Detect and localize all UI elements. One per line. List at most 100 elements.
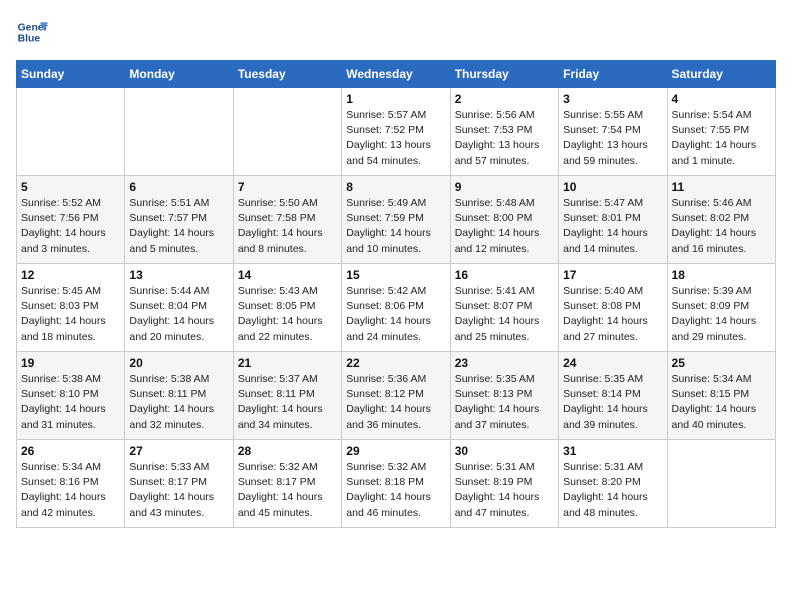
logo-icon: General Blue	[16, 16, 48, 48]
day-cell: 15 Sunrise: 5:42 AMSunset: 8:06 PMDayligh…	[342, 264, 450, 352]
day-number: 9	[455, 180, 554, 194]
day-cell: 30 Sunrise: 5:31 AMSunset: 8:19 PMDayligh…	[450, 440, 558, 528]
day-number: 13	[129, 268, 228, 282]
day-number: 21	[238, 356, 337, 370]
day-number: 22	[346, 356, 445, 370]
calendar-table: SundayMondayTuesdayWednesdayThursdayFrid…	[16, 60, 776, 528]
day-cell: 24 Sunrise: 5:35 AMSunset: 8:14 PMDayligh…	[559, 352, 667, 440]
day-cell: 12 Sunrise: 5:45 AMSunset: 8:03 PMDayligh…	[17, 264, 125, 352]
day-info: Sunrise: 5:38 AMSunset: 8:11 PMDaylight:…	[129, 372, 228, 433]
day-cell: 28Sunrise: 5:32 AMSunset: 8:17 PMDayligh…	[233, 440, 341, 528]
day-info: Sunrise: 5:54 AMSunset: 7:55 PMDaylight:…	[672, 108, 771, 169]
day-cell: 19 Sunrise: 5:38 AMSunset: 8:10 PMDayligh…	[17, 352, 125, 440]
svg-text:Blue: Blue	[18, 34, 41, 45]
weekday-header-row: SundayMondayTuesdayWednesdayThursdayFrid…	[17, 61, 776, 88]
day-info: Sunrise: 5:34 AMSunset: 8:16 PMDaylight:…	[21, 460, 120, 521]
day-number: 15	[346, 268, 445, 282]
day-number: 31	[563, 444, 662, 458]
day-number: 2	[455, 92, 554, 106]
day-number: 14	[238, 268, 337, 282]
day-number: 16	[455, 268, 554, 282]
day-info: Sunrise: 5:32 AMSunset: 8:17 PMDaylight:…	[238, 460, 337, 521]
day-number: 18	[672, 268, 771, 282]
day-info: Sunrise: 5:36 AMSunset: 8:12 PMDaylight:…	[346, 372, 445, 433]
day-info: Sunrise: 5:49 AMSunset: 7:59 PMDaylight:…	[346, 196, 445, 257]
day-info: Sunrise: 5:55 AMSunset: 7:54 PMDaylight:…	[563, 108, 662, 169]
day-info: Sunrise: 5:31 AMSunset: 8:20 PMDaylight:…	[563, 460, 662, 521]
header: General Blue	[16, 16, 776, 48]
day-cell: 25 Sunrise: 5:34 AMSunset: 8:15 PMDayligh…	[667, 352, 775, 440]
weekday-header-friday: Friday	[559, 61, 667, 88]
weekday-header-monday: Monday	[125, 61, 233, 88]
weekday-header-wednesday: Wednesday	[342, 61, 450, 88]
day-cell: 29Sunrise: 5:32 AMSunset: 8:18 PMDayligh…	[342, 440, 450, 528]
day-cell: 27 Sunrise: 5:33 AMSunset: 8:17 PMDayligh…	[125, 440, 233, 528]
day-cell: 14 Sunrise: 5:43 AMSunset: 8:05 PMDayligh…	[233, 264, 341, 352]
day-cell	[667, 440, 775, 528]
day-info: Sunrise: 5:34 AMSunset: 8:15 PMDaylight:…	[672, 372, 771, 433]
day-cell: 7 Sunrise: 5:50 AMSunset: 7:58 PMDaylight…	[233, 176, 341, 264]
day-cell: 31 Sunrise: 5:31 AMSunset: 8:20 PMDayligh…	[559, 440, 667, 528]
day-info: Sunrise: 5:35 AMSunset: 8:14 PMDaylight:…	[563, 372, 662, 433]
day-cell: 11 Sunrise: 5:46 AMSunset: 8:02 PMDayligh…	[667, 176, 775, 264]
day-number: 10	[563, 180, 662, 194]
day-info: Sunrise: 5:51 AMSunset: 7:57 PMDaylight:…	[129, 196, 228, 257]
day-number: 29	[346, 444, 445, 458]
day-cell: 21 Sunrise: 5:37 AMSunset: 8:11 PMDayligh…	[233, 352, 341, 440]
weekday-header-thursday: Thursday	[450, 61, 558, 88]
day-number: 4	[672, 92, 771, 106]
day-cell: 5Sunrise: 5:52 AMSunset: 7:56 PMDaylight…	[17, 176, 125, 264]
day-info: Sunrise: 5:48 AMSunset: 8:00 PMDaylight:…	[455, 196, 554, 257]
day-info: Sunrise: 5:37 AMSunset: 8:11 PMDaylight:…	[238, 372, 337, 433]
day-info: Sunrise: 5:45 AMSunset: 8:03 PMDaylight:…	[21, 284, 120, 345]
day-number: 3	[563, 92, 662, 106]
day-cell: 3 Sunrise: 5:55 AMSunset: 7:54 PMDaylight…	[559, 88, 667, 176]
day-info: Sunrise: 5:50 AMSunset: 7:58 PMDaylight:…	[238, 196, 337, 257]
day-number: 11	[672, 180, 771, 194]
logo: General Blue	[16, 16, 48, 48]
day-number: 19	[21, 356, 120, 370]
day-cell: 17Sunrise: 5:40 AMSunset: 8:08 PMDayligh…	[559, 264, 667, 352]
day-number: 8	[346, 180, 445, 194]
week-row-2: 5Sunrise: 5:52 AMSunset: 7:56 PMDaylight…	[17, 176, 776, 264]
week-row-1: 1Sunrise: 5:57 AMSunset: 7:52 PMDaylight…	[17, 88, 776, 176]
day-cell: 8 Sunrise: 5:49 AMSunset: 7:59 PMDaylight…	[342, 176, 450, 264]
day-number: 25	[672, 356, 771, 370]
day-cell	[17, 88, 125, 176]
day-info: Sunrise: 5:44 AMSunset: 8:04 PMDaylight:…	[129, 284, 228, 345]
day-cell: 22 Sunrise: 5:36 AMSunset: 8:12 PMDayligh…	[342, 352, 450, 440]
day-number: 5	[21, 180, 120, 194]
day-number: 24	[563, 356, 662, 370]
day-cell: 26 Sunrise: 5:34 AMSunset: 8:16 PMDayligh…	[17, 440, 125, 528]
day-info: Sunrise: 5:39 AMSunset: 8:09 PMDaylight:…	[672, 284, 771, 345]
day-info: Sunrise: 5:43 AMSunset: 8:05 PMDaylight:…	[238, 284, 337, 345]
day-cell: 10 Sunrise: 5:47 AMSunset: 8:01 PMDayligh…	[559, 176, 667, 264]
day-number: 20	[129, 356, 228, 370]
day-number: 30	[455, 444, 554, 458]
day-info: Sunrise: 5:31 AMSunset: 8:19 PMDaylight:…	[455, 460, 554, 521]
day-cell: 16Sunrise: 5:41 AMSunset: 8:07 PMDayligh…	[450, 264, 558, 352]
day-info: Sunrise: 5:42 AMSunset: 8:06 PMDaylight:…	[346, 284, 445, 345]
day-info: Sunrise: 5:56 AMSunset: 7:53 PMDaylight:…	[455, 108, 554, 169]
day-info: Sunrise: 5:46 AMSunset: 8:02 PMDaylight:…	[672, 196, 771, 257]
day-cell: 1Sunrise: 5:57 AMSunset: 7:52 PMDaylight…	[342, 88, 450, 176]
day-info: Sunrise: 5:38 AMSunset: 8:10 PMDaylight:…	[21, 372, 120, 433]
day-number: 12	[21, 268, 120, 282]
day-cell: 6Sunrise: 5:51 AMSunset: 7:57 PMDaylight…	[125, 176, 233, 264]
day-number: 17	[563, 268, 662, 282]
weekday-header-sunday: Sunday	[17, 61, 125, 88]
day-number: 7	[238, 180, 337, 194]
day-number: 27	[129, 444, 228, 458]
day-cell: 13 Sunrise: 5:44 AMSunset: 8:04 PMDayligh…	[125, 264, 233, 352]
day-info: Sunrise: 5:47 AMSunset: 8:01 PMDaylight:…	[563, 196, 662, 257]
day-cell: 2 Sunrise: 5:56 AMSunset: 7:53 PMDaylight…	[450, 88, 558, 176]
day-info: Sunrise: 5:33 AMSunset: 8:17 PMDaylight:…	[129, 460, 228, 521]
day-cell: 9 Sunrise: 5:48 AMSunset: 8:00 PMDaylight…	[450, 176, 558, 264]
day-number: 26	[21, 444, 120, 458]
calendar-body: 1Sunrise: 5:57 AMSunset: 7:52 PMDaylight…	[17, 88, 776, 528]
weekday-header-tuesday: Tuesday	[233, 61, 341, 88]
week-row-5: 26 Sunrise: 5:34 AMSunset: 8:16 PMDayligh…	[17, 440, 776, 528]
day-number: 23	[455, 356, 554, 370]
day-cell: 18 Sunrise: 5:39 AMSunset: 8:09 PMDayligh…	[667, 264, 775, 352]
weekday-header-saturday: Saturday	[667, 61, 775, 88]
